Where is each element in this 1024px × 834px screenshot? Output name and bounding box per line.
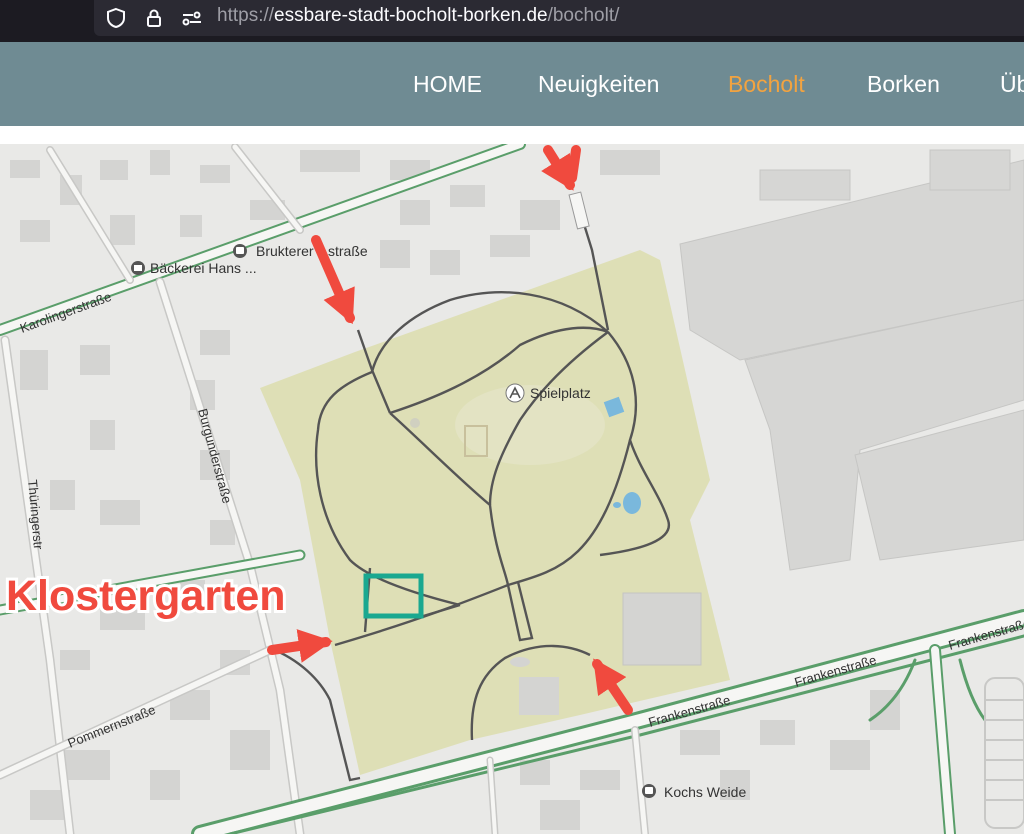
bakery-icon-glyph <box>134 265 142 271</box>
browser-toolbar: https://essbare-stadt-bocholt-borken.de/… <box>0 0 1024 42</box>
park-building-small <box>519 677 559 715</box>
poi-label-spielplatz: Spielplatz <box>530 385 591 401</box>
poi-label-baeckerei: Bäckerei Hans ... <box>150 260 257 276</box>
permissions-icon[interactable] <box>180 6 204 30</box>
bus-stop-icon-glyph <box>236 247 244 254</box>
map-svg: Karolingerstraße Brukterer straße Burgun… <box>0 144 1024 834</box>
url-domain: essbare-stadt-bocholt-borken.de <box>274 5 548 26</box>
street-label-brukterer-suffix: straße <box>328 243 368 259</box>
park-marker <box>410 418 420 428</box>
park-building <box>622 592 702 666</box>
bus-stop-icon-glyph <box>645 787 653 794</box>
street-label-brukterer: Brukterer <box>256 243 314 259</box>
nav-item-neuigkeiten[interactable]: Neuigkeiten <box>538 71 659 98</box>
arrow-north-stroke <box>567 145 581 183</box>
klostergarten-label: Klostergarten <box>6 572 286 620</box>
park-feature <box>510 657 530 667</box>
lock-icon[interactable] <box>142 6 166 30</box>
poi-bus-stop-brukterer[interactable] <box>233 244 247 258</box>
pond-small <box>613 502 621 508</box>
nav-item-bocholt[interactable]: Bocholt <box>728 71 805 98</box>
nav-item-ueber[interactable]: Üb <box>1000 71 1024 98</box>
url-prefix: https:// <box>217 5 275 26</box>
address-bar[interactable]: https://essbare-stadt-bocholt-borken.de/… <box>94 0 1024 36</box>
url-path: /bocholt/ <box>547 5 620 26</box>
site-navbar: HOME Neuigkeiten Bocholt Borken Üb <box>0 42 1024 126</box>
poi-spielplatz[interactable]: Spielplatz <box>505 383 591 403</box>
pond <box>623 492 641 514</box>
shield-icon[interactable] <box>104 6 128 30</box>
poi-label-kochs-weide: Kochs Weide <box>664 784 746 800</box>
poi-baeckerei[interactable]: Bäckerei Hans ... <box>131 260 257 276</box>
nav-item-borken[interactable]: Borken <box>867 71 940 98</box>
url-text[interactable]: https://essbare-stadt-bocholt-borken.de/… <box>217 5 619 27</box>
park-map: Karolingerstraße Brukterer straße Burgun… <box>0 144 1024 834</box>
nav-item-home[interactable]: HOME <box>413 71 482 98</box>
content-spacer <box>0 126 1024 144</box>
